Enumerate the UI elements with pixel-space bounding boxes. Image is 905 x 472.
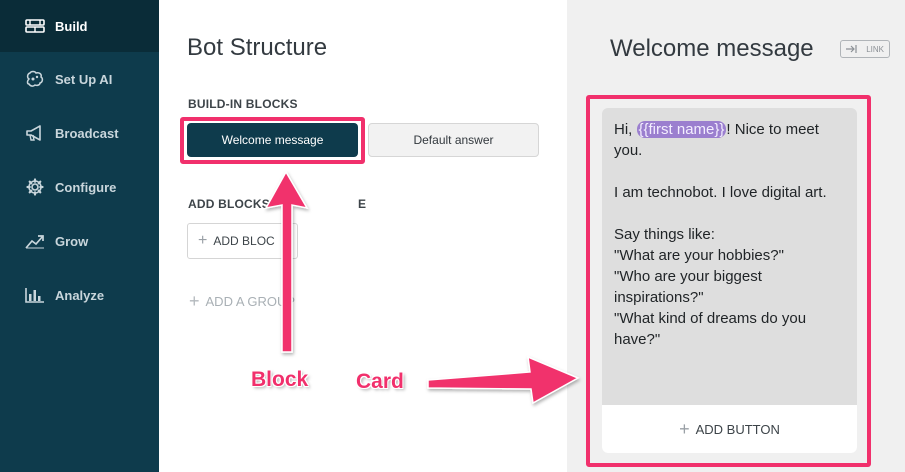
sidebar-item-configure[interactable]: Configure xyxy=(0,161,159,213)
sidebar-item-label: Analyze xyxy=(55,287,105,303)
add-group-button[interactable]: + ADD A GROUP xyxy=(189,292,295,310)
build-icon xyxy=(24,17,46,35)
add-blocks-label: ADD BLOCKS E xyxy=(188,197,366,211)
link-arrow-icon xyxy=(846,45,857,53)
plus-icon: + xyxy=(189,291,200,311)
megaphone-icon xyxy=(24,124,46,142)
sidebar-item-analyze[interactable]: Analyze xyxy=(0,269,159,321)
page-title: Bot Structure xyxy=(187,34,328,61)
built-in-blocks-label: BUILD-IN BLOCKS xyxy=(188,97,298,111)
add-group-label: ADD A GROUP xyxy=(205,293,296,309)
card-text-after: ! Nice to meet you. I am technobot. I lo… xyxy=(614,121,827,348)
sidebar-item-grow[interactable]: Grow xyxy=(0,215,159,267)
sidebar-item-broadcast[interactable]: Broadcast xyxy=(0,107,159,159)
sidebar-item-label: Configure xyxy=(55,179,117,195)
link-button-label: LINK xyxy=(866,44,884,54)
sidebar-item-label: Grow xyxy=(55,233,89,249)
card-text-before: Hi, xyxy=(614,121,637,138)
block-annotation-label: Block xyxy=(251,368,309,391)
first-name-variable-chip[interactable]: {{first name}} xyxy=(636,121,727,138)
message-card[interactable]: Hi, {{first name}}! Nice to meet you. I … xyxy=(602,108,857,453)
plus-icon: + xyxy=(198,232,208,249)
add-button-label: ADD BUTTON xyxy=(695,421,780,437)
plus-icon: + xyxy=(679,419,690,439)
editor-title: Welcome message xyxy=(610,35,814,62)
add-block-button[interactable]: + ADD BLOC xyxy=(187,223,298,259)
gear-icon xyxy=(24,178,46,196)
add-button-button[interactable]: + ADD BUTTON xyxy=(602,405,857,453)
add-block-label: ADD BLOC xyxy=(213,234,275,248)
card-annotation-label: Card xyxy=(356,370,404,393)
default-answer-block[interactable]: Default answer xyxy=(368,123,539,157)
trend-up-icon xyxy=(24,232,46,250)
link-button[interactable]: LINK xyxy=(840,40,890,58)
sidebar-item-build[interactable]: Build xyxy=(0,0,159,52)
sidebar-item-set-up-ai[interactable]: Set Up AI xyxy=(0,53,159,105)
ai-brain-icon xyxy=(24,70,46,88)
bot-structure-panel: Bot Structure BUILD-IN BLOCKS Welcome me… xyxy=(159,0,567,472)
editor-panel: Welcome message LINK Hi, {{first name}}!… xyxy=(567,0,905,472)
sidebar-item-label: Set Up AI xyxy=(55,71,113,87)
sidebar: Build Set Up AI Broadcast Configure Grow… xyxy=(0,0,159,472)
bar-chart-icon xyxy=(24,286,46,304)
sidebar-item-label: Broadcast xyxy=(55,125,119,141)
add-blocks-label-text: ADD BLOCKS xyxy=(188,197,270,211)
card-text[interactable]: Hi, {{first name}}! Nice to meet you. I … xyxy=(614,119,850,350)
sidebar-item-label: Build xyxy=(55,18,88,34)
welcome-message-block[interactable]: Welcome message xyxy=(187,123,358,157)
add-blocks-label-tail: E xyxy=(358,197,367,211)
